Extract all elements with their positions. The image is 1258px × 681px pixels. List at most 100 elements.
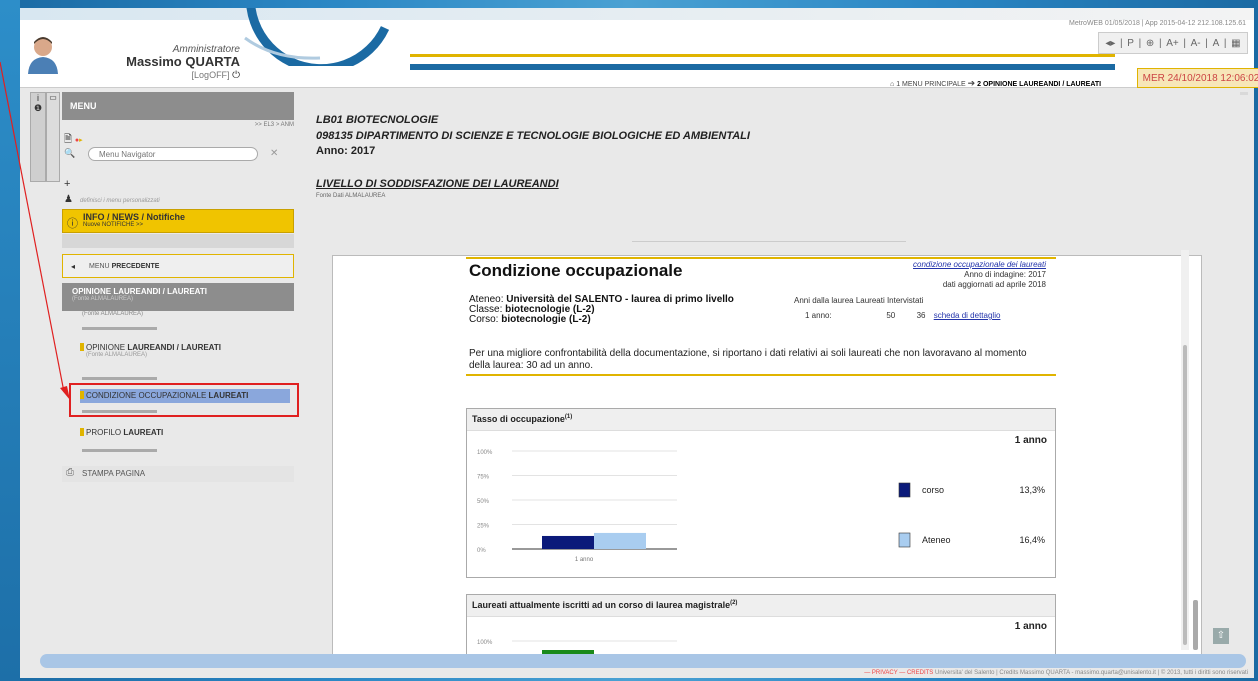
data-updated: dati aggiornati ad aprile 2018 — [942, 280, 1046, 289]
content-separator — [632, 241, 906, 242]
header-strip — [20, 8, 1254, 20]
detail-sheet-link[interactable]: scheda di dettaglio — [934, 311, 1001, 320]
legend-value-corso: 13,3% — [1019, 485, 1045, 495]
tool-sep: | — [1138, 37, 1142, 49]
footer-left-links[interactable]: — PRIVACY — CREDITS — [864, 670, 933, 676]
datetime-badge: MER 24/10/2018 12:06:02 — [1137, 68, 1258, 88]
y-tick-label: 50% — [477, 499, 490, 505]
bar-ateneo — [594, 532, 646, 549]
current-section-title: OPINIONE LAUREANDI / LAUREATI — [72, 287, 207, 296]
info-news-panel[interactable]: ⓘ INFO / NEWS / Notifiche Nuove NOTIFICH… — [62, 209, 294, 233]
report-note: Per una migliore confrontabilità della d… — [469, 348, 1027, 371]
y-tick-label: 100% — [477, 640, 493, 646]
gold-rule — [466, 374, 1056, 376]
nav-arrows-icon[interactable]: ◂▸ — [1105, 38, 1115, 49]
academic-year: Anno: 2017 — [316, 145, 376, 157]
report-link[interactable]: condizione occupazionale dei laureati — [913, 260, 1046, 269]
stats-intervistati: 36 — [916, 311, 926, 320]
tool-sep: | — [1120, 37, 1123, 49]
employment-rate-chart: 100% 75% 50% 25% 0% 1 anno corso 13,3% Ateneo 16,… — [477, 450, 1045, 563]
stats-year: 1 anno: — [805, 311, 832, 320]
grid-icon[interactable]: ▦ — [1231, 38, 1240, 49]
vertical-info-tool[interactable]: i❶ — [30, 92, 46, 182]
master-enrollment-panel: Laureati attualmente iscritti ad un cors… — [466, 594, 1056, 654]
user-defined-menus-link[interactable]: definisci i menu personalizzati — [80, 198, 160, 204]
menu-search-input[interactable] — [88, 147, 258, 161]
arrow-left-icon: ◂ — [71, 262, 76, 271]
font-decrease-button[interactable]: A- — [1191, 38, 1201, 49]
tool-sep: | — [1223, 37, 1227, 49]
info-title: INFO / NEWS / Notifiche — [83, 212, 186, 222]
report-frame: Condizione occupazionale condizione occu… — [332, 255, 1202, 655]
font-increase-button[interactable]: A+ — [1166, 38, 1179, 49]
previous-menu-button[interactable]: ◂ MENU PRECEDENTE — [62, 254, 294, 278]
search-icon: 🔍 — [64, 148, 76, 158]
section-source-note: (Fonte ALMALAUREA) — [82, 311, 144, 317]
bullet-icon — [80, 343, 84, 351]
report-scroll-thumb-secondary[interactable] — [1193, 600, 1198, 650]
data-source: Fonte Dati ALMALAUREA — [316, 193, 386, 199]
menu-path: >> EL3 > ANM — [254, 122, 294, 128]
header-toolbar: ◂▸ | P | ⊕ | A+ | A- | A | ▦ — [1098, 32, 1248, 54]
highlight-box — [69, 383, 299, 417]
scroll-to-top-button[interactable]: ⇧ — [1213, 628, 1229, 644]
menu-header[interactable]: MENU — [62, 92, 294, 120]
font-reset-button[interactable]: A — [1213, 38, 1220, 49]
main-content: LB01 BIOTECNOLOGIE 098135 DIPARTIMENTO D… — [302, 95, 1250, 655]
prev-menu-label-bold: PRECEDENTE — [111, 263, 160, 270]
left-blue-bar — [0, 0, 20, 681]
zoom-icon[interactable]: ⊕ — [1146, 38, 1154, 49]
divider — [82, 327, 157, 330]
sidebar-divider-band — [62, 234, 294, 248]
report-details: Ateneo: Università del SALENTO - laurea … — [469, 295, 734, 325]
gold-rule — [466, 257, 1056, 259]
sidebar-item-label-a: OPINIONE — [86, 343, 128, 352]
master-enrollment-chart: 100% — [477, 640, 677, 654]
report-scroll-thumb[interactable] — [1183, 345, 1187, 645]
bar-corso — [542, 535, 594, 549]
prev-menu-label-normal: MENU — [89, 263, 112, 270]
vertical-tool-2[interactable]: ▭ — [46, 92, 60, 182]
divider — [82, 377, 157, 380]
sidebar-item-opinione-laureandi[interactable]: OPINIONE LAUREANDI / LAUREATI (Fonte ALM… — [80, 343, 221, 358]
footer-credits: Universita' del Salento | Credits Massim… — [934, 670, 1248, 676]
home-icon[interactable]: ⌂ — [890, 81, 894, 88]
sidebar-item-label-a: PROFILO — [86, 428, 124, 437]
sidebar-item-profilo-laureati[interactable]: PROFILO LAUREATI — [80, 428, 163, 437]
y-tick-label: 75% — [477, 475, 490, 481]
arrow-right-icon: ➔ — [967, 78, 976, 88]
divider — [82, 449, 157, 452]
stats-laureati: 50 — [886, 311, 896, 320]
sidebar: MENU >> EL3 > ANM 🗎 ●▸ 🔍 ✕ + ♟ definisci… — [62, 92, 294, 652]
corso-label: Corso: — [469, 314, 502, 325]
info-notifications-link[interactable]: Nuove NOTIFICHE >> — [83, 222, 293, 228]
logo-arc — [244, 8, 390, 66]
print-preview-icon[interactable]: P — [1127, 38, 1134, 49]
y-tick-label: 25% — [477, 524, 490, 530]
course-code: LB01 BIOTECNOLOGIE — [316, 114, 439, 126]
section-title[interactable]: LIVELLO DI SODDISFAZIONE DEI LAUREANDI — [316, 178, 559, 190]
doc-icon[interactable]: 🗎 ●▸ — [64, 132, 83, 149]
stats-header: Anni dalla laurea Laureati Intervistati — [794, 296, 924, 305]
logoff-button[interactable]: [LogOFF] ⏻ — [170, 70, 240, 81]
bottom-bar — [40, 654, 1246, 668]
sidebar-item-label-b: LAUREANDI / LAUREATI — [127, 343, 221, 352]
bullet-icon — [80, 428, 84, 436]
department-name: 098135 DIPARTIMENTO DI SCIENZE E TECNOLO… — [316, 130, 750, 142]
logoff-label: [LogOFF] — [191, 70, 230, 80]
legend-label-corso: corso — [922, 485, 944, 495]
sidebar-item-source: (Fonte ALMALAUREA) — [86, 352, 148, 358]
report-heading: Condizione occupazionale — [469, 261, 683, 280]
tool-sep: | — [1158, 37, 1162, 49]
current-section-header[interactable]: OPINIONE LAUREANDI / LAUREATI (Fonte ALM… — [62, 283, 294, 311]
user-icon: ♟ — [64, 194, 73, 205]
sidebar-item-label-b: LAUREATI — [123, 428, 164, 437]
y-tick-label: 100% — [477, 450, 493, 456]
breadcrumb-item-2[interactable]: 2 OPINIONE LAUREANDI / LAUREATI — [977, 81, 1101, 88]
print-page-button[interactable]: ⎙ STAMPA PAGINA — [62, 466, 294, 482]
employment-rate-panel: Tasso di occupazione(1) 1 anno 100% 75% 50… — [466, 408, 1056, 578]
plus-icon[interactable]: + — [64, 178, 70, 190]
breadcrumb-item-1[interactable]: 1 MENU PRINCIPALE — [896, 81, 966, 88]
close-icon[interactable]: ✕ — [270, 148, 278, 159]
survey-year-text: Anno di indagine: 2017 — [964, 270, 1046, 279]
